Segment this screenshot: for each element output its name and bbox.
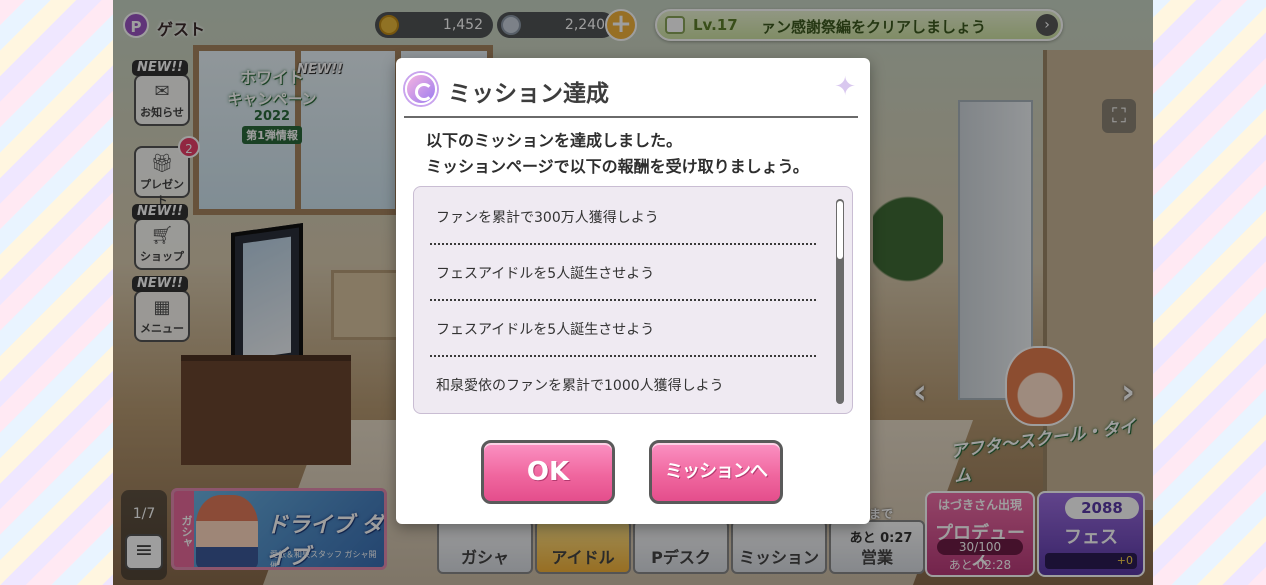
list-item: フェスアイドルを5人誕生させよう xyxy=(430,301,816,357)
divider xyxy=(404,116,858,118)
mission-badge-icon xyxy=(405,73,437,105)
message-line1: 以下のミッションを達成しました。 xyxy=(426,131,683,150)
scrollbar-thumb[interactable] xyxy=(837,201,843,259)
message-line2: ミッションページで以下の報酬を受け取りましょう。 xyxy=(426,157,809,176)
list-item: ファンを累計で300万人獲得しよう xyxy=(430,189,816,245)
mission-text: フェスアイドルを5人誕生させよう xyxy=(436,322,655,338)
dialog-title: ミッション達成 xyxy=(448,81,609,107)
dialog-message: 以下のミッションを達成しました。 ミッションページで以下の報酬を受け取りましょう… xyxy=(426,128,809,180)
mission-text: フェスアイドルを5人誕生させよう xyxy=(436,266,655,282)
sparkle-icon: ✦ xyxy=(834,72,856,102)
list-item: 和泉愛依のファンを累計で1000人獲得しよう xyxy=(430,357,816,413)
list-item: フェスアイドルを5人誕生させよう xyxy=(430,245,816,301)
mission-complete-dialog: ミッション達成 ✦ 以下のミッションを達成しました。 ミッションページで以下の報… xyxy=(396,58,870,524)
go-to-mission-button[interactable]: ミッションへ xyxy=(649,440,783,504)
ok-button[interactable]: OK xyxy=(481,440,615,504)
mission-text: ファンを累計で300万人獲得しよう xyxy=(436,210,659,226)
mission-list[interactable]: ファンを累計で300万人獲得しよう フェスアイドルを5人誕生させよう フェスアイ… xyxy=(413,186,853,414)
scrollbar[interactable] xyxy=(836,199,844,404)
mission-text: 和泉愛依のファンを累計で1000人獲得しよう xyxy=(436,378,724,394)
